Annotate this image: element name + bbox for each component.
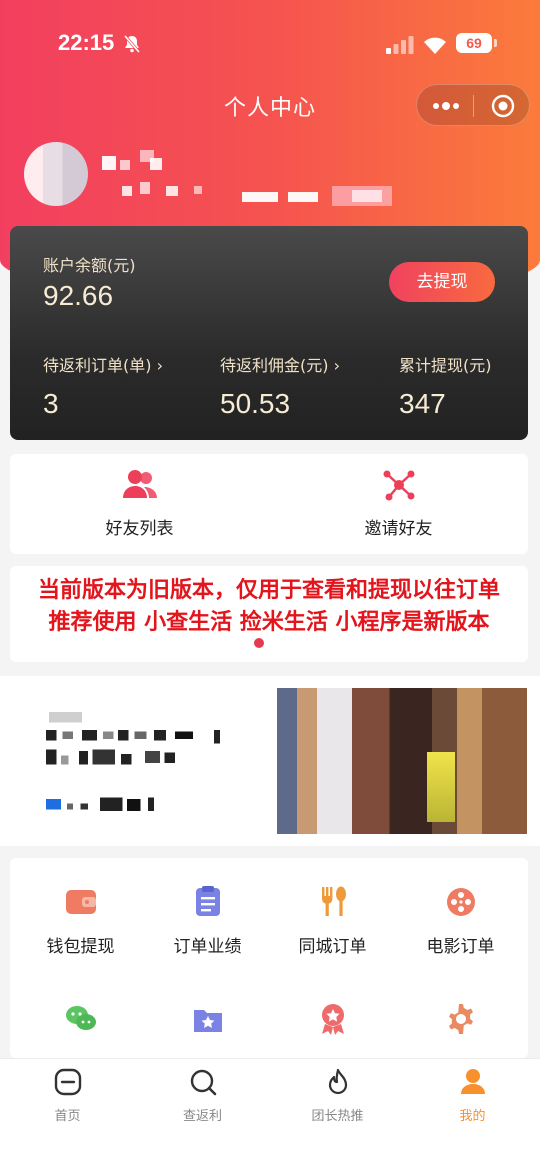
account-summary-card: 账户余额(元) 92.66 去提现 待返利订单(单) › 3 待返利佣金(元) … [10, 226, 528, 440]
battery-indicator: 69 [456, 33, 497, 53]
banner-pager-dot [254, 638, 264, 648]
miniprogram-capsule [416, 84, 530, 126]
withdraw-button[interactable]: 去提现 [389, 262, 495, 302]
friend-list-label: 好友列表 [105, 519, 174, 539]
more-icon[interactable] [431, 95, 461, 117]
pending-orders-label: 待返利订单(单) › [43, 356, 163, 375]
total-withdrawn-stat: 累计提现(元) 347 [399, 352, 492, 420]
status-bar: 22:15 69 [0, 24, 540, 64]
redacted-thumbnail [277, 688, 527, 834]
invite-friend-button[interactable]: 邀请好友 [269, 454, 528, 554]
pending-commission-stat[interactable]: 待返利佣金(元) › 50.53 [220, 352, 340, 420]
pending-orders-value: 3 [43, 388, 59, 419]
fork-spoon-icon [321, 886, 346, 916]
pending-orders-stat[interactable]: 待返利订单(单) › 3 [43, 352, 163, 420]
bottom-tab-bar: 首页 查返利 团长热推 我的 [0, 1058, 540, 1174]
balance-value: 92.66 [43, 280, 114, 311]
film-reel-icon [446, 888, 475, 916]
badge-icon [321, 1004, 344, 1035]
notice-line-2: 推荐使用 小查生活 捡米生活 小程序是新版本 [48, 609, 490, 635]
cellular-signal-icon [386, 36, 414, 54]
friend-list-button[interactable]: 好友列表 [10, 454, 269, 554]
share-network-icon [383, 470, 415, 501]
star-folder-icon [193, 1010, 222, 1032]
tab-profile-label: 我的 [459, 1109, 486, 1124]
local-orders-button[interactable]: 同城订单 [268, 884, 397, 957]
total-withdrawn-label: 累计提现(元) [399, 356, 492, 375]
pending-commission-value: 50.53 [220, 388, 291, 419]
tab-home-label: 首页 [54, 1109, 81, 1124]
services-grid: 钱包提现 订单业绩 同城订单 电影订单 [10, 858, 528, 1058]
username-redacted [102, 150, 392, 206]
favorites-button[interactable] [143, 1002, 272, 1040]
wechat-icon [65, 1006, 96, 1030]
redacted-content-card[interactable] [0, 676, 540, 846]
tab-search-rebate[interactable]: 查返利 [135, 1067, 270, 1124]
total-withdrawn-value: 347 [399, 388, 446, 419]
tab-home[interactable]: 首页 [0, 1067, 135, 1124]
movie-orders-button[interactable]: 电影订单 [396, 884, 525, 957]
invite-friend-label: 邀请好友 [364, 519, 433, 539]
redacted-text [46, 712, 220, 811]
close-miniprogram-icon[interactable] [491, 94, 515, 118]
wallet-withdraw-button[interactable]: 钱包提现 [16, 884, 145, 957]
notice-line-1: 当前版本为旧版本，仅用于查看和提现以往订单 [37, 577, 500, 603]
movie-orders-label: 电影订单 [426, 937, 495, 957]
profile-icon [460, 1069, 485, 1094]
clipboard-icon [195, 886, 220, 916]
order-performance-button[interactable]: 订单业绩 [143, 884, 272, 957]
gear-icon [448, 1004, 473, 1034]
rewards-button[interactable] [268, 1002, 397, 1040]
tab-profile[interactable]: 我的 [405, 1067, 540, 1124]
search-icon [190, 1069, 216, 1096]
home-icon [54, 1068, 81, 1096]
wifi-icon [424, 37, 446, 54]
tab-hot-picks-label: 团长热推 [311, 1109, 364, 1124]
bell-off-icon [123, 35, 141, 53]
balance-label: 账户余额(元) [43, 256, 136, 275]
notice-banner[interactable]: 当前版本为旧版本，仅用于查看和提现以往订单 推荐使用 小查生活 捡米生活 小程序… [10, 566, 528, 662]
wechat-service-button[interactable] [16, 1002, 145, 1040]
friends-panel: 好友列表 邀请好友 [10, 454, 528, 554]
user-info [24, 140, 424, 210]
tab-hot-picks[interactable]: 团长热推 [270, 1067, 405, 1124]
wallet-withdraw-label: 钱包提现 [46, 937, 115, 957]
status-time: 22:15 [58, 30, 115, 55]
settings-button[interactable] [396, 1002, 525, 1040]
users-icon [123, 470, 157, 498]
pending-commission-label: 待返利佣金(元) › [220, 356, 340, 375]
capsule-divider [473, 95, 474, 117]
order-performance-label: 订单业绩 [173, 937, 242, 957]
wallet-icon [65, 890, 96, 914]
flame-icon [328, 1068, 347, 1095]
local-orders-label: 同城订单 [298, 937, 367, 957]
avatar[interactable] [24, 142, 88, 206]
tab-search-rebate-label: 查返利 [182, 1109, 222, 1124]
